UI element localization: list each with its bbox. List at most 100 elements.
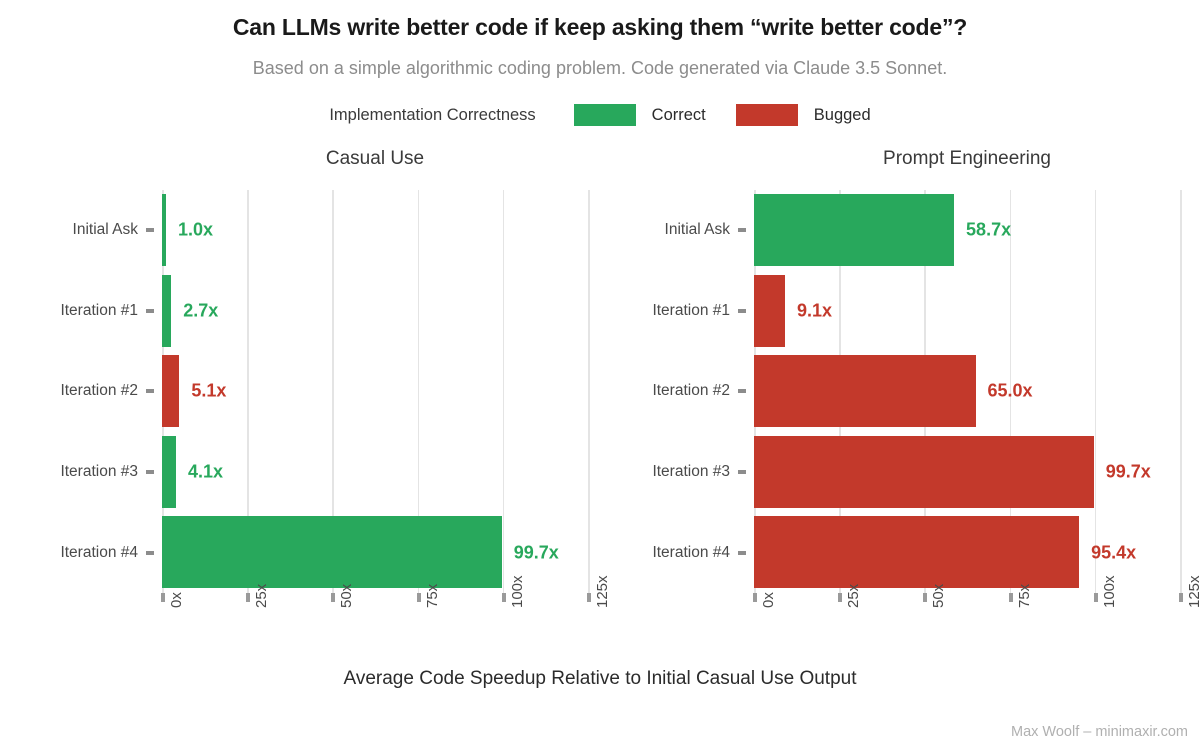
plot-panel-casual-use: 1.0x 2.7x 5.1x 4.1x 99.7x: [162, 190, 590, 593]
bar[interactable]: [754, 355, 976, 428]
y-axis-tick-text: Iteration #2: [652, 382, 730, 400]
y-axis-tick-label: Iteration #1: [0, 271, 162, 352]
x-axis-tick-mark: [838, 593, 843, 602]
y-axis-tick-mark: [738, 228, 746, 233]
legend-title: Implementation Correctness: [329, 105, 536, 124]
y-axis-tick-label: Iteration #4: [592, 512, 754, 593]
y-axis-tick-text: Initial Ask: [72, 221, 138, 239]
y-axis-tick-mark: [738, 308, 746, 313]
x-axis-tick-mark: [331, 593, 336, 602]
y-axis-tick-label: Iteration #1: [592, 271, 754, 352]
x-axis-left: 0x 25x 50x 75x 100x 125x: [161, 575, 611, 663]
x-axis-label: Average Code Speedup Relative to Initial…: [343, 668, 857, 689]
bar-band: 65.0x: [754, 351, 1180, 432]
x-axis-tick-mark: [1008, 593, 1013, 602]
bar-band: 58.7x: [754, 190, 1180, 271]
x-axis-tick-label: 0x: [168, 592, 185, 608]
x-axis-tick-mark: [161, 593, 165, 602]
x-axis-tick-mark: [416, 593, 421, 602]
legend-entry-correct[interactable]: Correct: [573, 104, 706, 126]
y-axis-tick-mark: [738, 389, 746, 394]
y-axis-right: Initial Ask Iteration #1 Iteration #2 Itera…: [592, 190, 754, 593]
bar-band: 9.1x: [754, 271, 1180, 352]
y-axis-tick-text: Iteration #2: [60, 382, 138, 400]
chart-caption: Max Woolf – minimaxir.com: [1011, 724, 1188, 740]
bar-band: 4.1x: [162, 432, 588, 513]
bar[interactable]: [162, 355, 180, 428]
y-axis-tick-text: Iteration #4: [60, 543, 138, 561]
x-axis-tick-label: 75x: [423, 583, 441, 608]
y-axis-tick-label: Iteration #4: [0, 512, 162, 593]
bar-band: 99.7x: [754, 432, 1180, 513]
bar[interactable]: [162, 435, 176, 508]
y-axis-tick-label: Initial Ask: [592, 190, 754, 271]
bar-band: 1.0x: [162, 190, 588, 271]
bar-value-label: 5.1x: [191, 380, 227, 401]
facet-title-prompt-engineering: Prompt Engineering: [883, 148, 1051, 169]
legend-label-bugged: Bugged: [813, 105, 871, 124]
x-axis-tick-mark: [1093, 593, 1098, 602]
x-axis-tick-mark: [753, 593, 757, 602]
plot-panel-prompt-engineering: 58.7x 9.1x 65.0x 99.7x 95.4x: [754, 190, 1182, 593]
bar-value-label: 58.7x: [966, 219, 1012, 240]
x-axis-tick-label: 50x: [930, 583, 948, 608]
bar[interactable]: [162, 194, 166, 266]
x-axis-tick-label: 75x: [1015, 583, 1033, 608]
chart-subtitle: Based on a simple algorithmic coding pro…: [252, 58, 948, 78]
bar-value-label: 1.0x: [178, 219, 214, 240]
y-axis-tick-label: Iteration #3: [592, 432, 754, 513]
y-axis-tick-label: Iteration #3: [0, 432, 162, 513]
bar-value-label: 99.7x: [1105, 461, 1151, 482]
bar[interactable]: [754, 435, 1094, 508]
y-axis-tick-text: Iteration #1: [652, 301, 730, 319]
legend: Implementation Correctness Correct Bugge…: [0, 104, 1200, 126]
gridline: [588, 190, 590, 593]
y-axis-tick-text: Initial Ask: [664, 221, 730, 239]
legend-swatch-correct: [573, 104, 636, 126]
y-axis-left: Initial Ask Iteration #1 Iteration #2 Itera…: [0, 190, 162, 593]
x-axis-tick-label: 50x: [338, 583, 356, 608]
y-axis-tick-mark: [146, 228, 154, 233]
y-axis-tick-mark: [146, 470, 154, 475]
bar-value-label: 99.7x: [513, 542, 559, 563]
x-axis-tick-label: 125x: [1186, 575, 1200, 608]
page-title: Can LLMs write better code if keep askin…: [232, 14, 968, 40]
bar-value-label: 65.0x: [987, 380, 1033, 401]
y-axis-tick-text: Iteration #3: [652, 463, 730, 481]
bar[interactable]: [162, 516, 502, 589]
x-axis-tick-mark: [246, 593, 251, 602]
y-axis-tick-mark: [146, 389, 154, 394]
legend-swatch-bugged: [735, 104, 798, 126]
y-axis-tick-mark: [738, 550, 746, 555]
y-axis-tick-label: Initial Ask: [0, 190, 162, 271]
facet-title-casual-use: Casual Use: [325, 148, 425, 169]
legend-entry-bugged[interactable]: Bugged: [735, 104, 871, 126]
bar[interactable]: [754, 194, 955, 266]
y-axis-tick-text: Iteration #4: [652, 543, 730, 561]
bar[interactable]: [754, 516, 1080, 589]
y-axis-tick-label: Iteration #2: [0, 351, 162, 432]
x-axis-tick-mark: [501, 593, 506, 602]
x-axis-right: 0x 25x 50x 75x 100x 125x: [753, 575, 1200, 663]
y-axis-tick-text: Iteration #3: [60, 463, 138, 481]
x-axis-tick-label: 100x: [1100, 575, 1118, 608]
x-axis-tick-label: 25x: [845, 583, 863, 608]
x-axis-tick-mark: [1179, 593, 1183, 602]
y-axis-tick-text: Iteration #1: [60, 301, 138, 319]
y-axis-tick-mark: [146, 308, 154, 313]
bar-band: 5.1x: [162, 351, 588, 432]
bar[interactable]: [162, 274, 172, 347]
y-axis-tick-mark: [146, 550, 154, 555]
bar-value-label: 9.1x: [797, 300, 833, 321]
y-axis-tick-label: Iteration #2: [592, 351, 754, 432]
bar[interactable]: [754, 274, 785, 347]
x-axis-tick-mark: [587, 593, 591, 602]
legend-label-correct: Correct: [651, 105, 706, 124]
x-axis-tick-label: 0x: [760, 592, 777, 608]
bar-value-label: 95.4x: [1091, 542, 1137, 563]
x-axis-tick-label: 25x: [253, 583, 271, 608]
y-axis-tick-mark: [738, 470, 746, 475]
bar-band: 2.7x: [162, 271, 588, 352]
x-axis-tick-label: 100x: [508, 575, 526, 608]
gridline: [1180, 190, 1182, 593]
